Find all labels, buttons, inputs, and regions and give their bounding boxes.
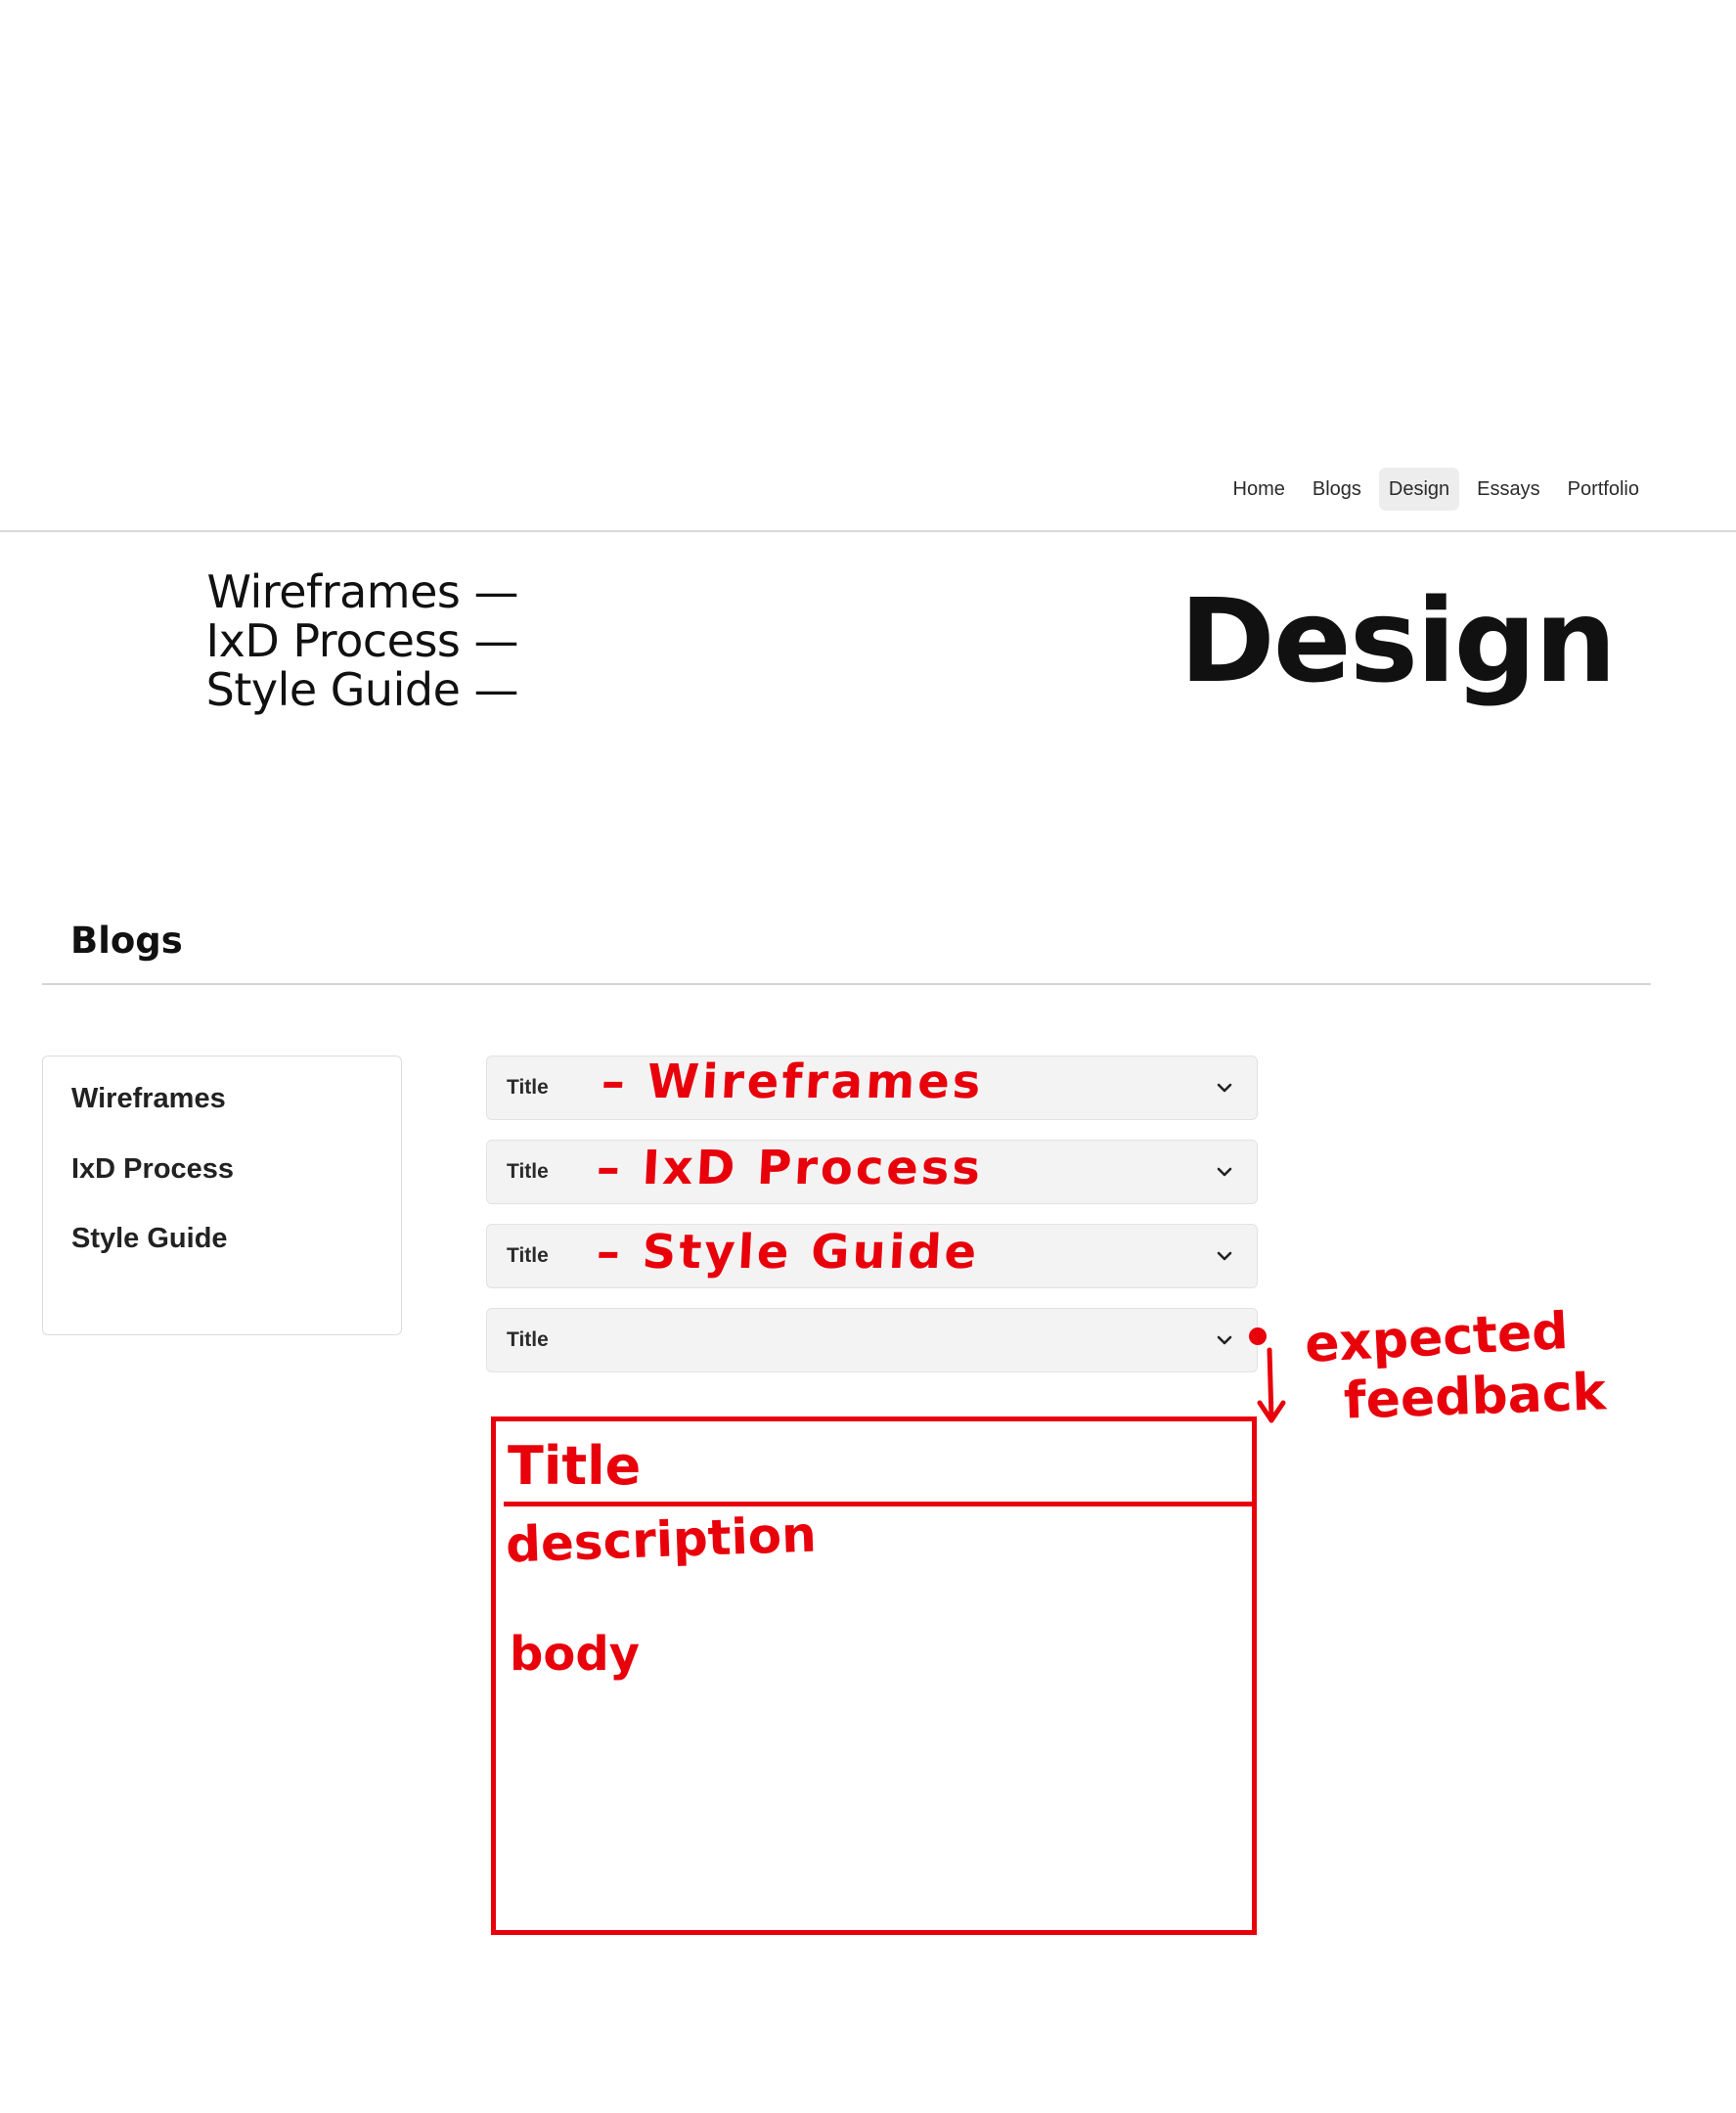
accordion-item[interactable]: Title [486,1308,1258,1372]
top-nav: Home Blogs Design Essays Portfolio [1224,468,1650,511]
annotation-note-wireframes: – Wireframes [600,1055,985,1109]
sketch-title: Title [508,1435,642,1497]
hero-link-wireframes[interactable]: Wireframes — [196,567,519,616]
annotation-note-ixd-process: – IxD Process [595,1141,985,1195]
accordion-title: Title [507,1076,549,1099]
annotation-feedback: feedback [1343,1363,1608,1431]
page-title: Design [1179,573,1617,708]
accordion-title: Title [507,1328,549,1351]
hero-link-list: Wireframes — IxD Process — Style Guide — [196,567,519,714]
sidebar-item-ixd-process[interactable]: IxD Process [71,1153,234,1186]
accordion-title: Title [507,1160,549,1183]
nav-essays[interactable]: Essays [1467,468,1549,511]
annotation-note-style-guide: – Style Guide [595,1225,981,1280]
sidebar-item-wireframes[interactable]: Wireframes [71,1083,226,1115]
feedback-sketch-box: Title description body [491,1416,1257,1935]
blogs-heading: Blogs [70,920,183,962]
annotation-expected: expected [1303,1301,1570,1375]
sketch-description: description [505,1506,818,1574]
hero-link-style-guide[interactable]: Style Guide — [196,665,519,714]
sketch-divider [504,1502,1252,1506]
sidebar-item-style-guide[interactable]: Style Guide [71,1223,228,1255]
nav-home[interactable]: Home [1224,468,1295,511]
nav-divider [0,530,1736,532]
accordion-title: Title [507,1244,549,1267]
chevron-down-icon [1217,1167,1232,1177]
chevron-down-icon [1217,1335,1232,1345]
chevron-down-icon [1217,1251,1232,1261]
blogs-sidebar: Wireframes IxD Process Style Guide [42,1056,402,1335]
sketch-body: body [510,1627,640,1682]
nav-portfolio[interactable]: Portfolio [1558,468,1649,511]
nav-design[interactable]: Design [1378,468,1460,511]
annotation-arrow [1249,1327,1286,1423]
nav-blogs[interactable]: Blogs [1303,468,1371,511]
section-divider [42,983,1651,985]
hero-link-ixd-process[interactable]: IxD Process — [196,616,519,665]
chevron-down-icon [1217,1083,1232,1093]
